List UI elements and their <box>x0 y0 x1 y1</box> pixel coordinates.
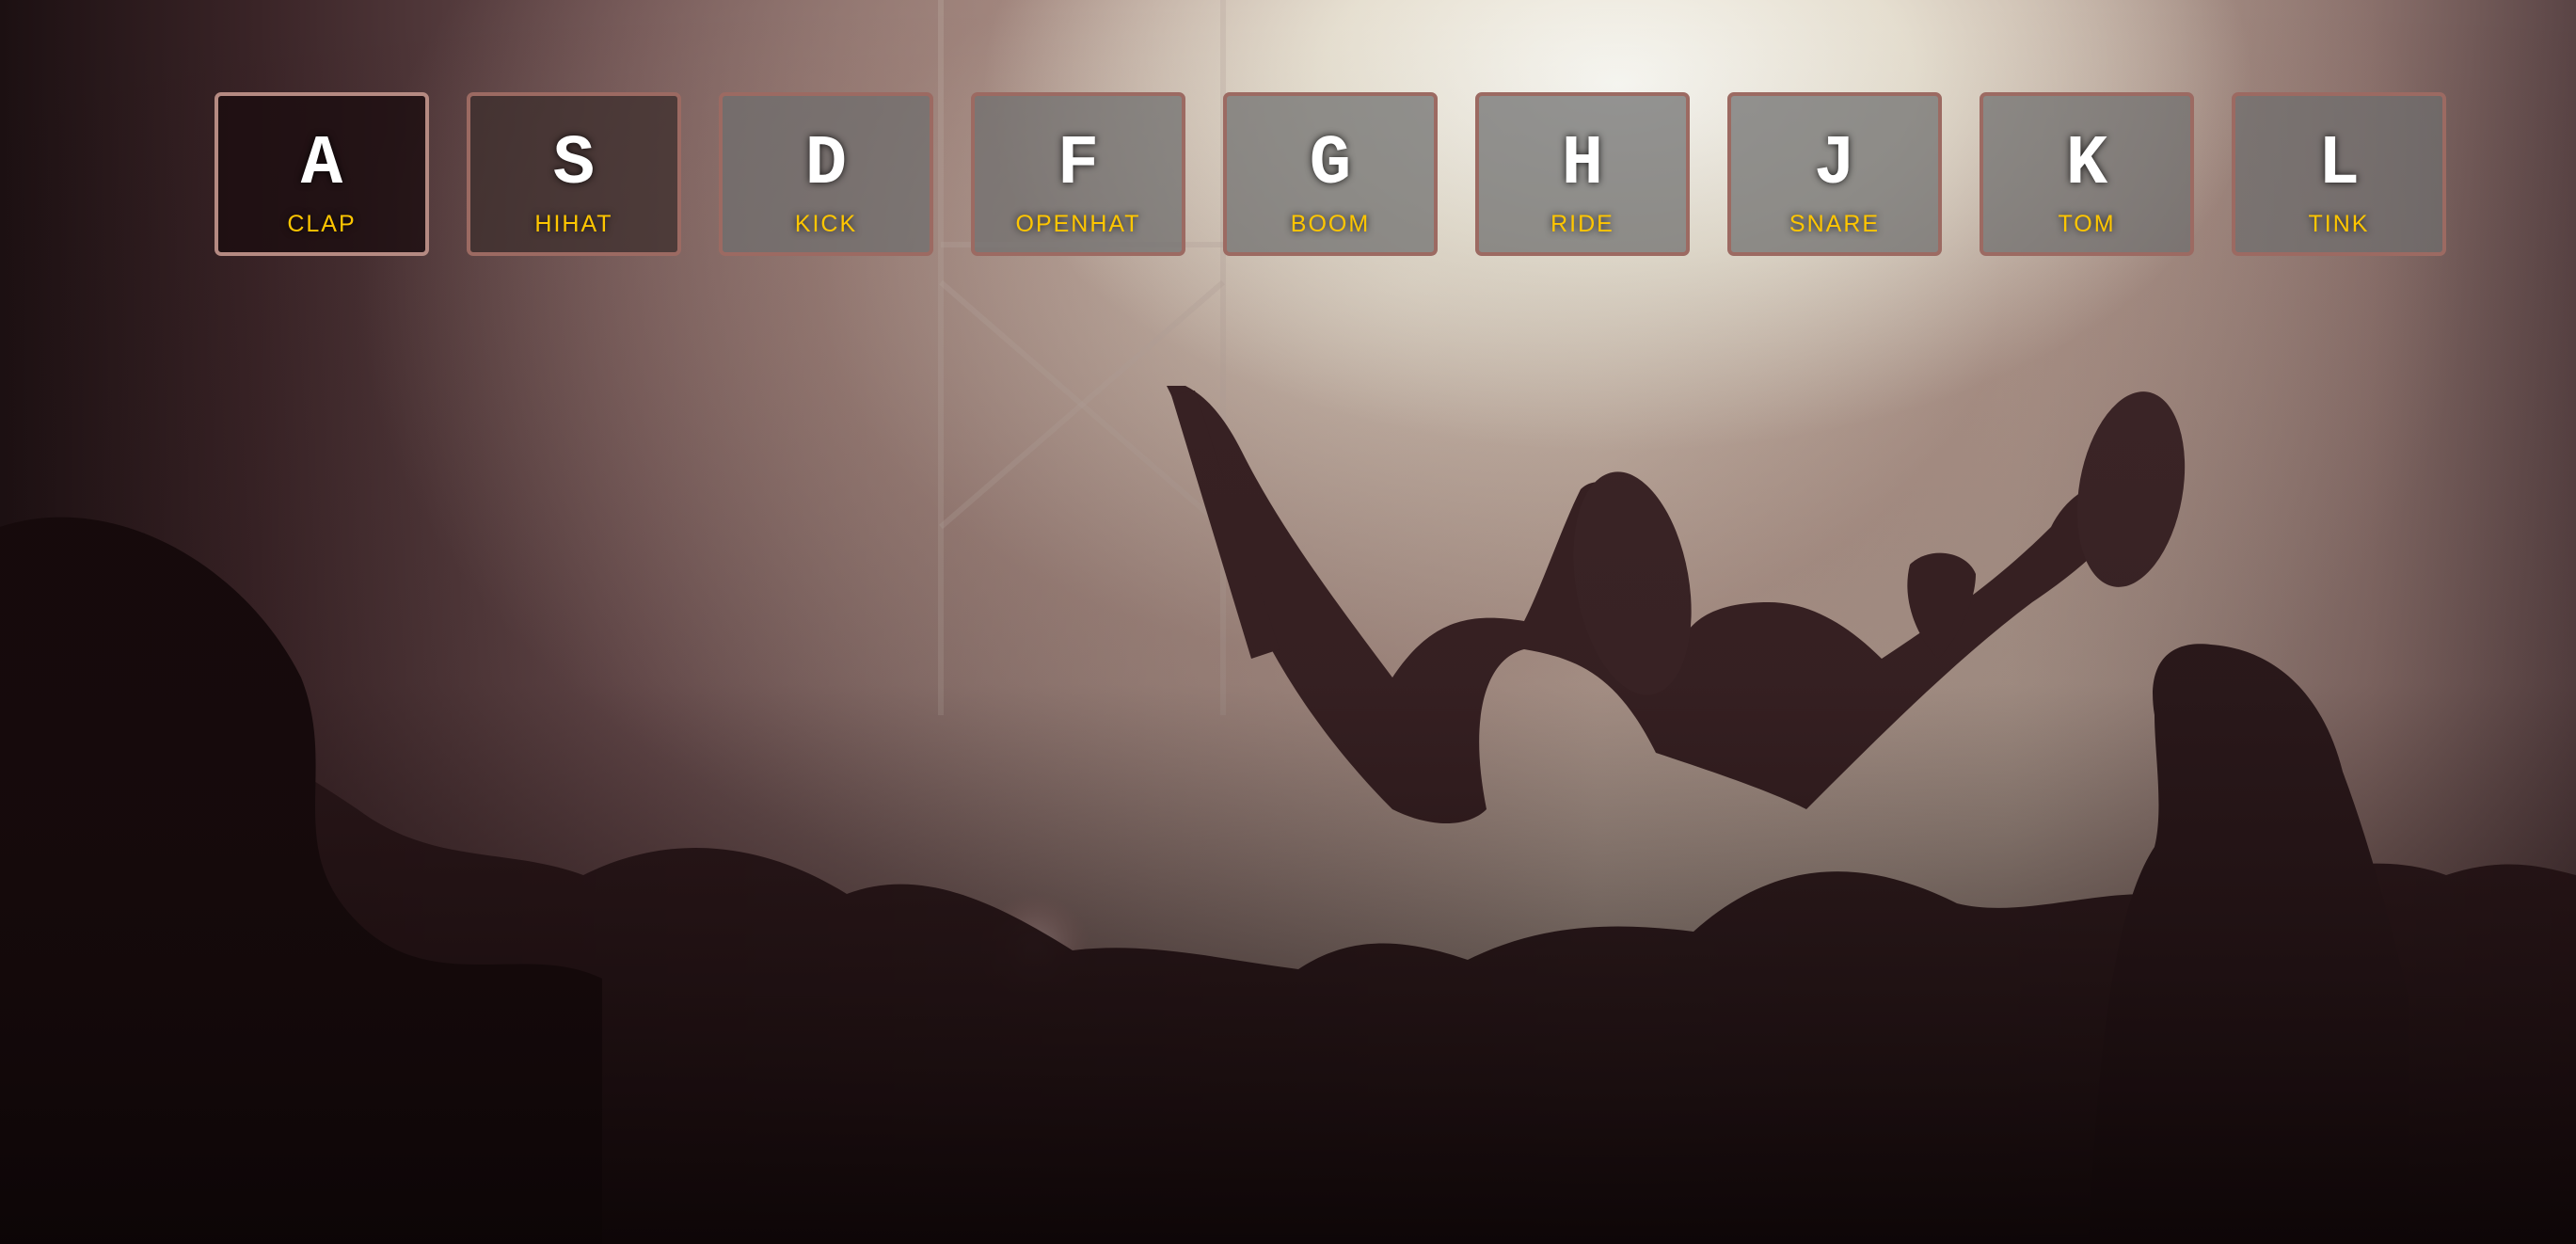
sound-label: SNARE <box>1789 211 1881 237</box>
sound-label: BOOM <box>1290 211 1371 237</box>
key-letter: D <box>804 125 848 204</box>
drum-key-l[interactable]: L TINK <box>2232 92 2446 256</box>
key-letter: S <box>552 125 596 204</box>
sound-label: RIDE <box>1550 211 1614 237</box>
key-letter: F <box>1057 125 1100 204</box>
key-letter: L <box>2317 125 2361 204</box>
key-letter: G <box>1309 125 1352 204</box>
drum-key-j[interactable]: J SNARE <box>1727 92 1942 256</box>
sound-label: TOM <box>2058 211 2116 237</box>
drum-key-d[interactable]: D KICK <box>719 92 933 256</box>
key-letter: H <box>1561 125 1604 204</box>
sound-label: OPENHAT <box>1015 211 1141 237</box>
drum-key-a[interactable]: A CLAP <box>215 92 429 256</box>
key-letter: K <box>2065 125 2108 204</box>
drum-key-k[interactable]: K TOM <box>1980 92 2194 256</box>
drum-key-h[interactable]: H RIDE <box>1475 92 1690 256</box>
drum-key-s[interactable]: S HIHAT <box>467 92 681 256</box>
key-letter: A <box>300 125 343 204</box>
sound-label: TINK <box>2308 211 2370 237</box>
drum-key-g[interactable]: G BOOM <box>1223 92 1438 256</box>
key-letter: J <box>1813 125 1856 204</box>
drum-keys-row: A CLAP S HIHAT D KICK F OPENHAT G BOOM H… <box>215 92 2446 256</box>
sound-label: HIHAT <box>534 211 613 237</box>
drum-key-f[interactable]: F OPENHAT <box>971 92 1185 256</box>
sound-label: KICK <box>794 211 858 237</box>
sound-label: CLAP <box>287 211 357 237</box>
